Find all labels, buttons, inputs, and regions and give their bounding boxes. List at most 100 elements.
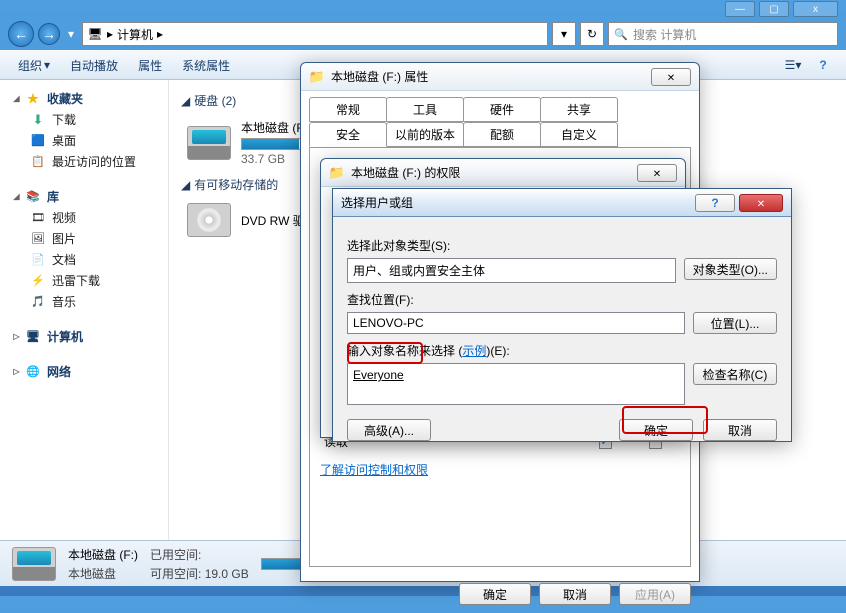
tab-hardware[interactable]: 硬件 [463,97,541,122]
toolbar-properties[interactable]: 属性 [130,53,170,78]
tab-row-2: 安全 以前的版本 配额 自定义 [301,122,699,147]
tab-row-1: 常规 工具 硬件 共享 [301,91,699,122]
select-titlebar[interactable]: 选择用户或组 ? [333,189,791,217]
breadcrumb-location[interactable]: 计算机 [117,26,153,43]
sidebar-thunder[interactable]: 迅雷下载 [0,270,168,291]
sidebar-computer[interactable]: ▷计算机 [0,326,168,347]
breadcrumb-sep: ▸ [107,27,113,41]
sidebar-picture[interactable]: 图片 [0,228,168,249]
view-mode-button[interactable]: ☰▾ [780,54,806,76]
object-type-button[interactable]: 对象类型(O)... [684,258,777,280]
library-icon [25,189,41,205]
sidebar-downloads[interactable]: 下载 [0,109,168,130]
computer-icon [87,26,103,42]
select-user-dialog: 选择用户或组 ? 选择此对象类型(S): 用户、组或内置安全主体 对象类型(O)… [332,188,792,442]
search-icon [613,26,629,42]
download-icon [30,112,46,128]
properties-ok-button[interactable]: 确定 [459,583,531,605]
maximize-button[interactable]: ▢ [759,1,789,17]
sidebar-favorites[interactable]: ◢收藏夹 [0,88,168,109]
example-link[interactable]: 示例 [462,344,486,358]
network-icon [25,364,41,380]
tab-security[interactable]: 安全 [309,122,387,147]
location-field: LENOVO-PC [347,312,685,334]
minimize-button[interactable]: — [725,1,755,17]
object-type-field: 用户、组或内置安全主体 [347,258,676,283]
location-button[interactable]: 位置(L)... [693,312,777,334]
close-button[interactable]: x [793,1,838,17]
properties-buttons: 确定 取消 应用(A) [301,575,699,613]
address-bar: ▸ 计算机 ▸ 搜索 计算机 [0,18,846,50]
navigation-pane: ◢收藏夹 下载 桌面 最近访问的位置 ◢库 视频 图片 文档 迅雷下载 音乐 ▷… [0,80,168,540]
forward-button[interactable] [38,23,60,45]
name-label: 输入对象名称来选择 (示例)(E): [347,342,777,359]
select-help-button[interactable]: ? [695,194,735,212]
learn-permissions-link[interactable]: 了解访问控制和权限 [320,461,428,478]
permissions-title: 本地磁盘 (F:) 的权限 [351,164,631,181]
dvd-icon [187,203,231,237]
sidebar-desktop[interactable]: 桌面 [0,130,168,151]
drive-icon [12,547,56,581]
desktop-icon [30,133,46,149]
properties-cancel-button[interactable]: 取消 [539,583,611,605]
search-placeholder: 搜索 计算机 [633,26,696,43]
status-drive-type: 本地磁盘 [68,565,138,582]
advanced-button[interactable]: 高级(A)... [347,419,431,441]
sidebar-document[interactable]: 文档 [0,249,168,270]
breadcrumb-sep: ▸ [157,27,163,41]
tab-previous[interactable]: 以前的版本 [386,122,464,147]
sidebar-network[interactable]: ▷网络 [0,361,168,382]
sidebar-library[interactable]: ◢库 [0,186,168,207]
folder-icon [329,165,345,181]
close-icon [757,196,765,210]
help-button[interactable] [810,54,836,76]
tab-general[interactable]: 常规 [309,97,387,122]
toolbar-system-properties[interactable]: 系统属性 [174,53,238,78]
select-close-button[interactable] [739,194,783,212]
computer-icon [25,329,41,345]
status-used-label: 已用空间: [150,546,249,563]
location-label: 查找位置(F): [347,291,777,308]
select-cancel-button[interactable]: 取消 [703,419,777,441]
properties-title: 本地磁盘 (F:) 属性 [331,68,645,85]
back-button[interactable] [8,21,34,47]
chevron-down-icon [44,58,50,72]
sidebar-recent[interactable]: 最近访问的位置 [0,151,168,172]
video-icon [30,210,46,226]
document-icon [30,252,46,268]
select-ok-button[interactable]: 确定 [619,419,693,441]
tab-tools[interactable]: 工具 [386,97,464,122]
refresh-button[interactable] [580,22,604,46]
status-free-value: 19.0 GB [205,567,249,581]
toolbar-organize[interactable]: 组织 [10,53,58,78]
status-free-label: 可用空间: [150,567,201,581]
toolbar-autoplay[interactable]: 自动播放 [62,53,126,78]
properties-apply-button[interactable]: 应用(A) [619,583,691,605]
search-field[interactable]: 搜索 计算机 [608,22,838,46]
object-name-input[interactable]: Everyone [347,363,685,405]
sidebar-music[interactable]: 音乐 [0,291,168,312]
close-icon [653,166,661,180]
properties-titlebar[interactable]: 本地磁盘 (F:) 属性 [301,63,699,91]
select-body: 选择此对象类型(S): 用户、组或内置安全主体 对象类型(O)... 查找位置(… [333,217,791,453]
address-dropdown-button[interactable] [552,22,576,46]
tab-sharing[interactable]: 共享 [540,97,618,122]
close-icon [667,70,675,84]
tab-quota[interactable]: 配额 [463,122,541,147]
window-titlebar: — ▢ x [0,0,846,18]
music-icon [30,294,46,310]
tab-custom[interactable]: 自定义 [540,122,618,147]
check-names-button[interactable]: 检查名称(C) [693,363,777,385]
permissions-titlebar[interactable]: 本地磁盘 (F:) 的权限 [321,159,685,187]
select-title: 选择用户或组 [341,194,518,211]
star-icon [25,91,41,107]
address-field[interactable]: ▸ 计算机 ▸ [82,22,548,46]
thunder-icon [30,273,46,289]
permissions-close-button[interactable] [637,164,677,182]
sidebar-video[interactable]: 视频 [0,207,168,228]
properties-close-button[interactable] [651,68,691,86]
help-icon: ? [711,196,718,210]
nav-history-dropdown[interactable] [64,27,78,41]
dvd-name: DVD RW 驱 [241,212,305,229]
drive-icon [187,126,231,160]
